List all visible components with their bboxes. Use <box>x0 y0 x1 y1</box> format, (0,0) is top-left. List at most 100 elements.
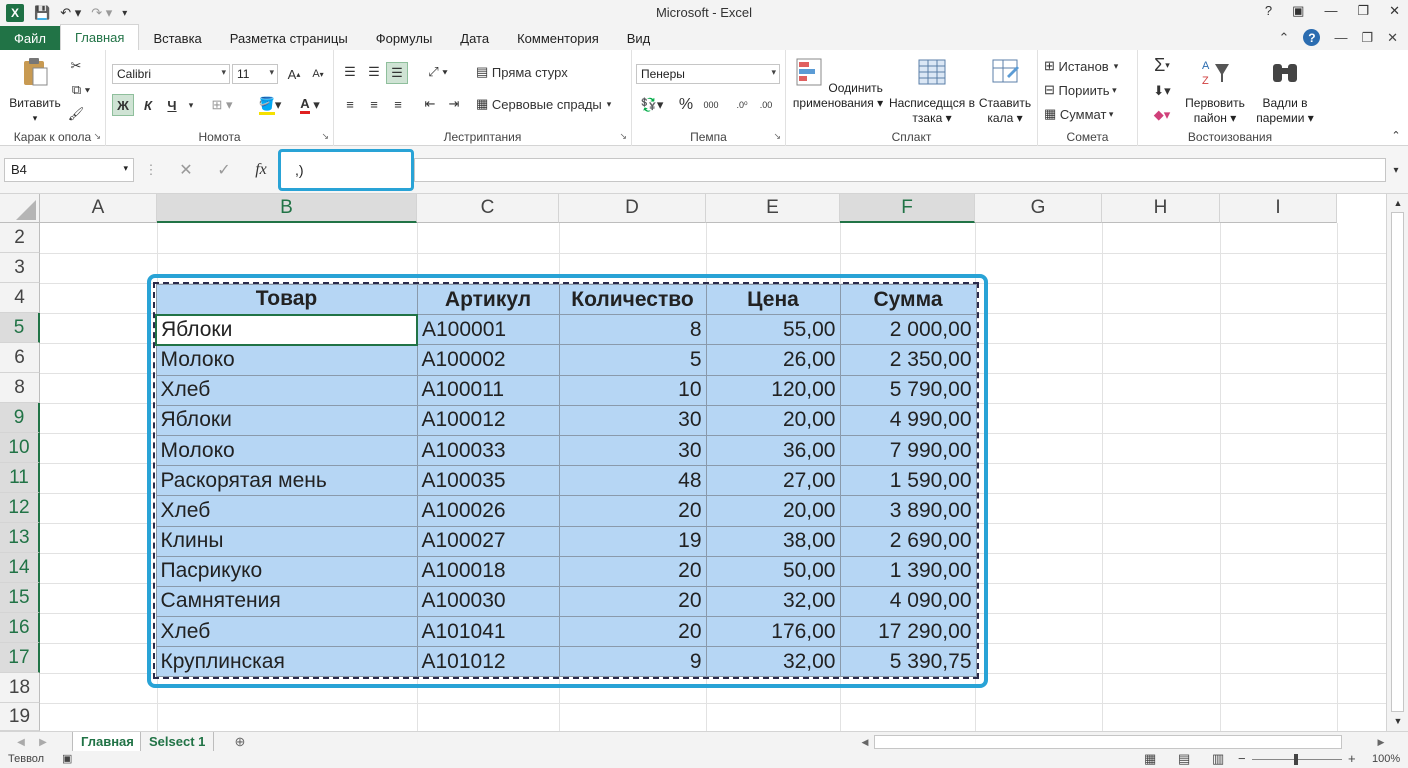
clipboard-launcher-icon[interactable]: ↘ <box>93 131 101 142</box>
undo-icon[interactable]: ↶ ▾ <box>60 5 81 21</box>
autosum-icon[interactable]: Σ ▾ <box>1144 54 1180 76</box>
row-header[interactable]: 2 <box>0 223 40 253</box>
currency-format-icon[interactable]: 💱▾ <box>636 94 668 116</box>
table-cell[interactable]: Круплинская <box>155 646 418 678</box>
name-box[interactable]: B4 ▾ <box>4 158 134 182</box>
table-cell[interactable]: 17 290,00 <box>839 616 977 648</box>
column-header-a[interactable]: A <box>40 194 157 223</box>
table-cell[interactable]: Хлеб <box>155 374 418 406</box>
table-cell[interactable]: 3 890,00 <box>839 495 977 527</box>
sheet-tab-select-1[interactable]: Selsect 1 <box>140 732 215 752</box>
table-cell[interactable]: Раскорятая мень <box>155 465 418 497</box>
page-break-view-icon[interactable]: ▥ <box>1212 751 1224 767</box>
table-cell[interactable]: 2 000,00 <box>839 314 977 346</box>
zoom-out-icon[interactable]: − <box>1238 751 1246 766</box>
row-header[interactable]: 3 <box>0 253 40 283</box>
expand-formula-bar-icon[interactable]: ▾ <box>1388 160 1404 180</box>
table-cell[interactable]: Пасрикуко <box>155 555 418 587</box>
table-cell[interactable]: Яблоки <box>155 404 418 436</box>
row-header[interactable]: 11 <box>0 463 40 493</box>
table-cell[interactable]: Яблоки <box>155 313 418 346</box>
row-header[interactable]: 13 <box>0 523 40 553</box>
table-cell[interactable]: 120,00 <box>705 374 841 406</box>
table-cell[interactable]: 10 <box>558 374 707 406</box>
tab-view[interactable]: Вид <box>613 26 665 50</box>
alignment-launcher-icon[interactable]: ↘ <box>619 131 627 142</box>
table-cell[interactable]: 19 <box>558 525 707 557</box>
row-header[interactable]: 15 <box>0 583 40 613</box>
underline-button[interactable]: Ч <box>162 94 182 116</box>
italic-button[interactable]: К <box>138 94 158 116</box>
add-sheet-icon[interactable]: ⊕ <box>232 734 248 750</box>
table-cell[interactable]: A100002 <box>416 344 560 376</box>
column-header-d[interactable]: D <box>559 194 706 223</box>
help-circle-icon[interactable]: ? <box>1303 29 1321 46</box>
orientation-icon[interactable]: ⤢ ▾ <box>420 62 456 82</box>
increase-decimal-icon[interactable]: .0⁰ <box>732 94 752 116</box>
column-header-h[interactable]: H <box>1102 194 1220 223</box>
table-cell[interactable]: 1 590,00 <box>839 465 977 497</box>
customize-qat-icon[interactable]: ▾ <box>122 8 127 19</box>
column-header-c[interactable]: C <box>417 194 559 223</box>
align-bottom-icon[interactable]: ☰ <box>386 62 408 84</box>
number-launcher-icon[interactable]: ↘ <box>773 131 781 142</box>
insert-cells-button[interactable]: ⊞ Истанов ▾ <box>1044 56 1118 76</box>
scroll-right-icon[interactable]: ▶ <box>1374 734 1388 750</box>
table-cell[interactable]: 30 <box>558 434 707 467</box>
help-icon[interactable]: ? <box>1265 3 1272 19</box>
table-cell[interactable]: 20 <box>558 555 707 587</box>
table-cell[interactable]: 5 790,00 <box>839 374 977 406</box>
table-cell[interactable]: 32,00 <box>705 646 841 678</box>
macro-record-icon[interactable]: ▣ <box>62 752 72 765</box>
column-header-e[interactable]: E <box>706 194 840 223</box>
row-header[interactable]: 5 <box>0 313 40 343</box>
scroll-left-icon[interactable]: ◀ <box>858 734 872 750</box>
tab-page-layout[interactable]: Разметка страницы <box>216 26 362 50</box>
table-cell[interactable]: 9 <box>558 646 707 678</box>
header-cell[interactable]: Сумма <box>839 283 977 316</box>
decrease-indent-icon[interactable]: ⇤ <box>420 94 440 114</box>
table-cell[interactable]: 26,00 <box>705 344 841 376</box>
tab-review[interactable]: Комментория <box>503 26 613 50</box>
header-cell[interactable]: Товар <box>155 283 418 316</box>
next-sheet-icon[interactable]: ▶ <box>36 734 50 750</box>
table-cell[interactable]: 32,00 <box>705 585 841 618</box>
align-center-icon[interactable]: ≡ <box>364 94 384 114</box>
page-layout-view-icon[interactable]: ▤ <box>1178 751 1190 767</box>
table-cell[interactable]: 30 <box>558 404 707 436</box>
prev-sheet-icon[interactable]: ◀ <box>14 734 28 750</box>
row-header[interactable]: 14 <box>0 553 40 583</box>
row-header[interactable]: 19 <box>0 703 40 731</box>
table-cell[interactable]: 20 <box>558 585 707 618</box>
underline-dropdown-icon[interactable]: ▾ <box>184 94 198 116</box>
table-cell[interactable]: 4 990,00 <box>839 404 977 436</box>
row-header[interactable]: 6 <box>0 343 40 373</box>
delete-cells-button[interactable]: ⊟ Пориить ▾ <box>1044 80 1117 100</box>
table-cell[interactable]: A100011 <box>416 374 560 406</box>
table-cell[interactable]: 20 <box>558 495 707 527</box>
ribbon-close-icon[interactable]: ✕ <box>1387 30 1398 46</box>
collapse-ribbon-arrow-icon[interactable]: ⌃ <box>1388 128 1404 142</box>
clear-icon[interactable]: ◆▾ <box>1144 104 1180 126</box>
select-all-corner[interactable] <box>0 194 40 223</box>
fill-icon[interactable]: ⬇▾ <box>1144 80 1180 102</box>
row-header[interactable]: 16 <box>0 613 40 643</box>
enter-check-icon[interactable]: ✓ <box>214 160 234 180</box>
header-cell[interactable]: Артикул <box>416 283 560 316</box>
scroll-thumb[interactable] <box>1391 212 1404 712</box>
table-cell[interactable]: 5 390,75 <box>839 646 977 678</box>
fill-color-icon[interactable]: 🪣 ▾ <box>252 94 288 116</box>
wrap-text-button[interactable]: ▤ Пряма стурх <box>476 62 568 82</box>
table-cell[interactable]: Хлеб <box>155 616 418 648</box>
table-cell[interactable]: 20,00 <box>705 495 841 527</box>
horizontal-scroll-thumb[interactable] <box>874 735 1342 749</box>
table-cell[interactable]: A100018 <box>416 555 560 587</box>
tab-home[interactable]: Главная <box>59 24 140 50</box>
merge-center-button[interactable]: ▦ Сервовые спрады ▾ <box>476 94 611 114</box>
vertical-scrollbar[interactable]: ▲ ▼ <box>1386 194 1408 731</box>
row-header[interactable]: 18 <box>0 673 40 703</box>
table-cell[interactable]: 8 <box>558 314 707 346</box>
minimize-icon[interactable]: — <box>1324 3 1337 19</box>
zoom-level[interactable]: 100% <box>1372 753 1400 765</box>
table-cell[interactable]: 2 690,00 <box>839 525 977 557</box>
